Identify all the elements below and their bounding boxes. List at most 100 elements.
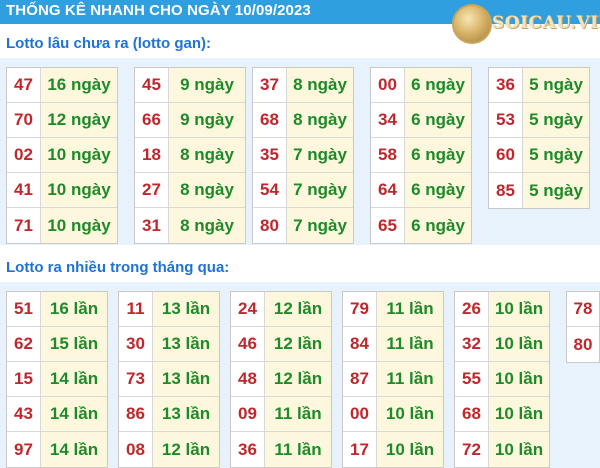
table-row: 00 10 lần [343,397,443,432]
lotto-count: 11 lần [377,327,443,361]
lotto-number: 72 [455,432,489,467]
table-row: 15 14 lần [7,362,107,397]
lotto-number: 02 [7,138,41,172]
section-heading-nhieu: Lotto ra nhiều trong tháng qua: [6,259,230,276]
lotto-count: 11 lần [377,292,443,326]
lotto-number: 53 [489,103,523,137]
table-row: 72 10 lần [455,432,549,467]
lotto-count: 10 lần [489,292,549,326]
table-row: 17 10 lần [343,432,443,467]
lotto-number: 79 [343,292,377,326]
lotto-count: 10 ngày [41,138,117,172]
lotto-count: 10 lần [489,362,549,396]
table-row: 00 6 ngày [371,68,471,103]
table-row: 62 15 lần [7,327,107,362]
lotto-count: 5 ngày [523,68,589,102]
lotto-number: 36 [231,432,265,467]
table-row: 86 13 lần [119,397,219,432]
lotto-count: 7 ngày [287,208,353,243]
lotto-count: 12 lần [265,292,331,326]
table-row: 27 8 ngày [135,173,245,208]
table-row: 68 10 lần [455,397,549,432]
section_nhieu-table-2: 11 13 lần 30 13 lần 73 13 lần 86 13 lần 08 12 lần [118,291,220,468]
section_nhieu-table-5: 26 10 lần 32 10 lần 55 10 lần 68 10 lần 72 10 lần [454,291,550,468]
lotto-count: 9 ngày [169,103,245,137]
lotto-count: 8 ngày [169,138,245,172]
page-title: THỐNG KÊ NHANH CHO NGÀY 10/09/2023 [6,2,311,19]
lotto-number: 37 [253,68,287,102]
lotto-number: 17 [343,432,377,467]
lotto-number: 51 [7,292,41,326]
lotto-number: 70 [7,103,41,137]
lotto-number: 46 [231,327,265,361]
lotto-number: 80 [567,327,599,362]
table-row: 24 12 lần [231,292,331,327]
table-row: 87 11 lần [343,362,443,397]
lotto-number: 00 [371,68,405,102]
table-row: 84 11 lần [343,327,443,362]
lotto-number: 26 [455,292,489,326]
table-row: 60 5 ngày [489,138,589,173]
lotto-number: 58 [371,138,405,172]
table-row: 64 6 ngày [371,173,471,208]
lotto-count: 10 lần [377,432,443,467]
lotto-number: 97 [7,432,41,467]
lotto-number: 68 [455,397,489,431]
table-row: 31 8 ngày [135,208,245,243]
lotto-count: 15 lần [41,327,107,361]
table-row: 26 10 lần [455,292,549,327]
lotto-count: 13 lần [153,327,219,361]
table-row: 85 5 ngày [489,173,589,208]
lotto-number: 47 [7,68,41,102]
lotto-number: 11 [119,292,153,326]
lotto-number: 87 [343,362,377,396]
table-row: 58 6 ngày [371,138,471,173]
table-row: 97 14 lần [7,432,107,467]
table-row: 53 5 ngày [489,103,589,138]
section_gan-table-4: 00 6 ngày 34 6 ngày 58 6 ngày 64 6 ngày 65 6 ngày [370,67,472,244]
lotto-number: 85 [489,173,523,208]
table-row: 80 7 ngày [253,208,353,243]
lotto-number: 41 [7,173,41,207]
lotto-number: 71 [7,208,41,243]
lotto-count: 11 lần [377,362,443,396]
site-logo[interactable]: SOICAU.VIP [452,4,600,44]
lotto-count: 7 ngày [287,173,353,207]
lotto-number: 54 [253,173,287,207]
section_gan-table-1: 47 16 ngày 70 12 ngày 02 10 ngày 41 10 ngày 71 10… [6,67,118,244]
lotto-count: 14 lần [41,397,107,431]
lotto-count: 16 ngày [41,68,117,102]
lotto-number: 32 [455,327,489,361]
lotto-number: 68 [253,103,287,137]
lotto-number: 86 [119,397,153,431]
lotto-number: 55 [455,362,489,396]
table-row: 55 10 lần [455,362,549,397]
lotto-count: 11 lần [265,397,331,431]
lotto-count: 6 ngày [405,138,471,172]
table-row: 47 16 ngày [7,68,117,103]
table-row: 11 13 lần [119,292,219,327]
lotto-count: 6 ngày [405,208,471,243]
lotto-count: 8 ngày [287,68,353,102]
section_gan-table-3: 37 8 ngày 68 8 ngày 35 7 ngày 54 7 ngày 80 7 ngày [252,67,354,244]
lotto-count: 6 ngày [405,173,471,207]
lotto-count: 14 lần [41,432,107,467]
lotto-count: 12 lần [265,327,331,361]
lotto-number: 43 [7,397,41,431]
section_gan-table-2: 45 9 ngày 66 9 ngày 18 8 ngày 27 8 ngày 31 8 ngày [134,67,246,244]
lotto-number: 36 [489,68,523,102]
lotto-number: 60 [489,138,523,172]
table-row: 78 [567,292,599,327]
lotto-number: 08 [119,432,153,467]
lotto-count: 10 lần [489,397,549,431]
section_gan-table-5: 36 5 ngày 53 5 ngày 60 5 ngày 85 5 ngày [488,67,590,209]
lotto-count: 12 lần [265,362,331,396]
section_nhieu-table-1: 51 16 lần 62 15 lần 15 14 lần 43 14 lần 97 14 lần [6,291,108,468]
table-row: 43 14 lần [7,397,107,432]
section-heading-gan: Lotto lâu chưa ra (lotto gan): [6,35,212,52]
lotto-count: 12 ngày [41,103,117,137]
table-row: 79 11 lần [343,292,443,327]
table-row: 37 8 ngày [253,68,353,103]
lotto-count: 13 lần [153,362,219,396]
lotto-count: 6 ngày [405,68,471,102]
